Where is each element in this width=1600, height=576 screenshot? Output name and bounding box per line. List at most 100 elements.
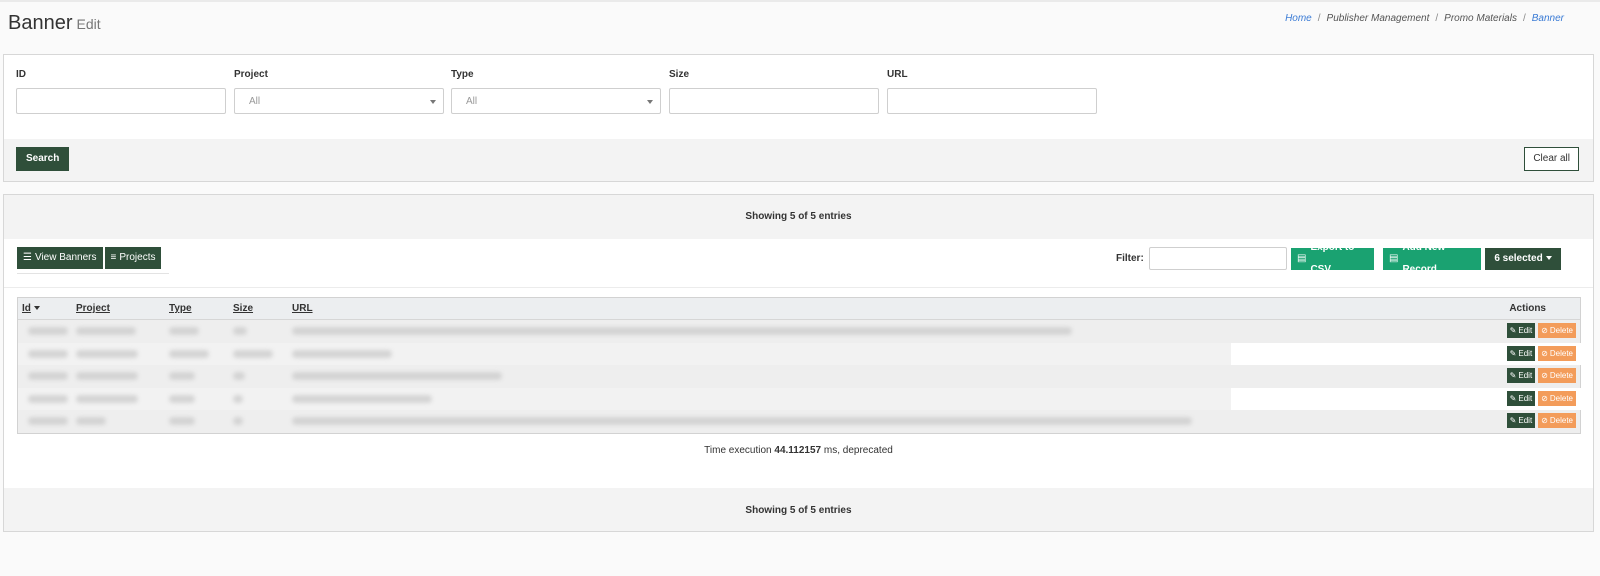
redacted-cell	[28, 394, 68, 403]
breadcrumb-home[interactable]: Home	[1285, 13, 1312, 24]
row-actions: ✎ Edit ⊘ Delete	[1506, 368, 1576, 383]
redacted-cell	[233, 372, 245, 380]
delete-label: Delete	[1549, 393, 1573, 403]
redacted-cell	[76, 349, 138, 358]
delete-button[interactable]: ⊘ Delete	[1538, 323, 1576, 338]
redacted-cell	[292, 417, 1192, 425]
column-header-url[interactable]: URL	[292, 303, 313, 314]
size-input[interactable]	[669, 88, 879, 114]
size-field-group: Size	[669, 69, 879, 114]
view-banners-label: View Banners	[34, 252, 97, 263]
project-select-value: All	[249, 96, 261, 107]
ban-icon: ⊘	[1541, 326, 1548, 335]
edit-button[interactable]: ✎ Edit	[1506, 345, 1536, 361]
edit-button[interactable]: ✎ Edit	[1506, 413, 1536, 428]
projects-button[interactable]: ≡ Projects	[104, 247, 162, 269]
table-row: ✎ Edit ⊘ Delete	[18, 387, 1582, 410]
redacted-cell	[292, 349, 392, 358]
row-actions: ✎ Edit ⊘ Delete	[1506, 390, 1576, 406]
ban-icon: ⊘	[1541, 393, 1548, 403]
view-toolbar: ☰ View Banners ≡ Projects	[17, 247, 162, 269]
redacted-cell	[76, 417, 106, 425]
edit-label: Edit	[1518, 348, 1533, 358]
column-header-actions: Actions	[1509, 303, 1546, 314]
edit-label: Edit	[1518, 393, 1533, 403]
chevron-down-icon	[1545, 256, 1552, 261]
delete-button[interactable]: ⊘ Delete	[1538, 390, 1576, 406]
add-new-record-button[interactable]: ▤ Add New Record	[1383, 242, 1481, 275]
edit-icon: ✎	[1509, 326, 1517, 335]
chevron-down-icon	[647, 100, 653, 104]
redacted-cell	[76, 372, 138, 380]
size-label: Size	[669, 69, 690, 80]
redacted-cell	[233, 417, 243, 425]
delete-button[interactable]: ⊘ Delete	[1538, 413, 1576, 428]
delete-label: Delete	[1549, 371, 1573, 380]
ban-icon: ⊘	[1541, 371, 1548, 380]
export-csv-button[interactable]: ▤ Export to CSV	[1291, 242, 1374, 275]
time-execution-prefix: Time execution	[704, 445, 772, 456]
row-actions: ✎ Edit ⊘ Delete	[1506, 345, 1576, 361]
column-header-id[interactable]: Id	[22, 303, 40, 314]
time-execution: Time execution 44.112157 ms, deprecated	[4, 445, 1593, 456]
row-actions: ✎ Edit ⊘ Delete	[1506, 413, 1576, 428]
file-icon: ▤	[1297, 253, 1307, 264]
redacted-cell	[233, 394, 243, 403]
filter-footer: Search Clear all	[4, 139, 1593, 181]
edit-icon: ✎	[1509, 371, 1517, 380]
column-header-size[interactable]: Size	[233, 303, 253, 314]
edit-icon: ✎	[1509, 348, 1517, 358]
time-execution-suffix: ms, deprecated	[823, 445, 893, 456]
redacted-cell	[76, 327, 136, 335]
id-label: ID	[16, 69, 26, 80]
delete-button[interactable]: ⊘ Delete	[1538, 345, 1576, 361]
redacted-cell	[233, 349, 273, 358]
banners-table: Id Project Type Size URL Actions ✎ Edit ⊘…	[17, 297, 1582, 434]
page-title: Banner Edit	[8, 12, 101, 35]
filter-panel: ID Project All Type All Size URL Search …	[3, 54, 1594, 182]
breadcrumb-separator: /	[1435, 13, 1439, 24]
url-input[interactable]	[887, 88, 1097, 114]
view-banners-button[interactable]: ☰ View Banners	[17, 247, 103, 269]
project-label: Project	[234, 69, 268, 80]
id-input[interactable]	[16, 88, 226, 114]
redacted-cell	[292, 372, 502, 380]
delete-label: Delete	[1549, 416, 1573, 425]
type-select-value: All	[466, 96, 478, 107]
toolbar-underline	[17, 273, 169, 274]
id-field-group: ID	[16, 69, 226, 114]
projects-label: Projects	[119, 252, 156, 263]
edit-button[interactable]: ✎ Edit	[1506, 323, 1536, 338]
project-select[interactable]: All	[234, 88, 444, 114]
redacted-cell	[169, 394, 195, 403]
redacted-cell	[28, 327, 68, 335]
page-title-text: Banner	[8, 12, 73, 34]
delete-label: Delete	[1549, 348, 1573, 358]
search-button[interactable]: Search	[16, 147, 70, 171]
column-header-project[interactable]: Project	[76, 303, 110, 314]
column-header-type[interactable]: Type	[169, 303, 192, 314]
columns-selected-dropdown[interactable]: 6 selected	[1485, 248, 1561, 270]
ban-icon: ⊘	[1541, 416, 1548, 425]
clear-all-button[interactable]: Clear all	[1524, 147, 1579, 171]
edit-label: Edit	[1518, 326, 1533, 335]
type-select[interactable]: All	[451, 88, 661, 114]
list-icon: ☰	[23, 252, 32, 263]
redacted-cell	[292, 394, 432, 403]
breadcrumb-separator: /	[1522, 13, 1526, 24]
delete-button[interactable]: ⊘ Delete	[1538, 368, 1576, 383]
redacted-cell	[28, 349, 68, 358]
row-actions: ✎ Edit ⊘ Delete	[1506, 323, 1576, 338]
top-border	[0, 0, 1600, 2]
table-row: ✎ Edit ⊘ Delete	[18, 342, 1582, 365]
redacted-cell	[169, 327, 199, 335]
type-label: Type	[451, 69, 474, 80]
breadcrumb-banner[interactable]: Banner	[1532, 13, 1564, 24]
url-field-group: URL	[887, 69, 1097, 114]
edit-button[interactable]: ✎ Edit	[1506, 390, 1536, 406]
ban-icon: ⊘	[1541, 348, 1548, 358]
page-subtitle: Edit	[76, 16, 101, 32]
export-csv-label: Export to CSV	[1310, 242, 1355, 275]
edit-button[interactable]: ✎ Edit	[1506, 368, 1536, 383]
filter-input[interactable]	[1149, 247, 1287, 270]
